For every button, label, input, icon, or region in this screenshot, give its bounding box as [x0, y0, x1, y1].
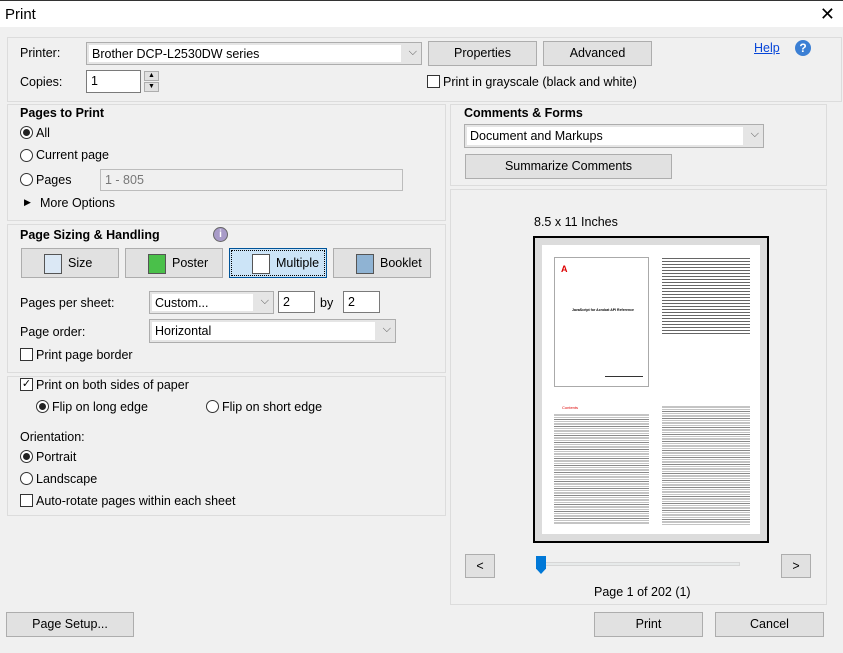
dialog-title: Print	[5, 6, 36, 23]
print-page-border-label: Print page border	[36, 348, 133, 362]
pages-per-sheet-label: Pages per sheet:	[20, 296, 115, 310]
expand-triangle-icon[interactable]: ▶	[24, 197, 31, 208]
advanced-button[interactable]: Advanced	[543, 41, 652, 66]
flip-short-edge-radio[interactable]	[206, 400, 219, 413]
poster-tab[interactable]: Poster	[125, 248, 223, 278]
multiple-label: Multiple	[276, 256, 320, 270]
printer-select[interactable]: Brother DCP-L2530DW series ⌵	[86, 42, 422, 65]
paper-size-label: 8.5 x 11 Inches	[534, 215, 618, 229]
chevron-down-icon: ⌵	[408, 46, 417, 58]
portrait-radio[interactable]	[20, 450, 33, 463]
orientation-label: Orientation:	[20, 430, 85, 444]
title-bar: Print ✕	[0, 0, 843, 27]
multiple-tab[interactable]: Multiple	[229, 248, 327, 278]
all-radio[interactable]	[20, 126, 33, 139]
pages-label: Pages	[36, 173, 72, 187]
all-label: All	[36, 126, 50, 140]
landscape-label: Landscape	[36, 472, 98, 486]
page-sizing-title: Page Sizing & Handling	[20, 228, 160, 242]
printer-label: Printer:	[20, 46, 61, 60]
next-page-button[interactable]: >	[781, 554, 811, 578]
cancel-button[interactable]: Cancel	[715, 612, 824, 637]
help-icon[interactable]: ?	[795, 40, 811, 56]
page-setup-button[interactable]: Page Setup...	[6, 612, 134, 637]
contents-page-2-thumbnail	[662, 405, 750, 525]
auto-rotate-checkbox[interactable]	[20, 494, 33, 507]
flip-long-edge-label: Flip on long edge	[52, 400, 148, 414]
booklet-icon	[356, 253, 374, 274]
preview-sheet: A JavaScript for Acrobat API Reference C…	[542, 245, 760, 534]
flip-long-edge-radio[interactable]	[36, 400, 49, 413]
chevron-down-icon: ⌵	[750, 128, 759, 140]
help-link[interactable]: Help	[754, 41, 780, 55]
size-icon	[44, 253, 62, 274]
toc-heading: Contents	[562, 405, 579, 410]
chevron-down-icon: ⌵	[382, 323, 391, 335]
cover-title: JavaScript for Acrobat API Reference	[572, 308, 634, 312]
booklet-label: Booklet	[380, 256, 422, 270]
copies-up-button[interactable]: ▲	[144, 71, 159, 81]
previous-page-button[interactable]: <	[465, 554, 495, 578]
size-tab[interactable]: Size	[21, 248, 119, 278]
current-page-label: Current page	[36, 148, 109, 162]
page-order-label: Page order:	[20, 325, 86, 339]
poster-icon	[148, 253, 166, 274]
flip-short-edge-label: Flip on short edge	[222, 400, 323, 414]
grayscale-label: Print in grayscale (black and white)	[443, 75, 637, 89]
comments-forms-select[interactable]: Document and Markups ⌵	[464, 124, 764, 148]
page-status: Page 1 of 202 (1)	[594, 585, 691, 599]
columns-input[interactable]: 2	[278, 291, 315, 313]
contents-page-thumbnail	[554, 413, 649, 525]
print-preview: A JavaScript for Acrobat API Reference C…	[533, 236, 769, 543]
pages-per-sheet-select[interactable]: Custom... ⌵	[149, 291, 274, 314]
comments-forms-value: Document and Markups	[467, 127, 743, 145]
copies-label: Copies:	[20, 75, 63, 89]
portrait-label: Portrait	[36, 450, 77, 464]
page-slider-track[interactable]	[540, 562, 740, 566]
chevron-down-icon: ⌵	[260, 295, 269, 307]
size-label: Size	[68, 256, 93, 270]
copies-input[interactable]: 1	[86, 70, 141, 93]
rows-input[interactable]: 2	[343, 291, 380, 313]
current-page-radio[interactable]	[20, 149, 33, 162]
close-icon[interactable]: ✕	[820, 4, 835, 25]
properties-button[interactable]: Properties	[428, 41, 537, 66]
both-sides-checkbox[interactable]: ✓	[20, 378, 33, 391]
cover-page-thumbnail: A JavaScript for Acrobat API Reference	[554, 257, 649, 387]
auto-rotate-label: Auto-rotate pages within each sheet	[36, 494, 236, 508]
both-sides-label: Print on both sides of paper	[36, 378, 189, 392]
page-order-value: Horizontal	[152, 322, 375, 340]
comments-forms-title: Comments & Forms	[464, 106, 583, 120]
pages-to-print-title: Pages to Print	[20, 106, 105, 120]
copies-down-button[interactable]: ▼	[144, 82, 159, 92]
printer-value: Brother DCP-L2530DW series	[89, 45, 401, 62]
print-page-border-checkbox[interactable]	[20, 348, 33, 361]
by-label: by	[320, 296, 334, 310]
landscape-radio[interactable]	[20, 472, 33, 485]
adobe-logo: A	[561, 264, 568, 274]
multiple-pages-icon	[252, 253, 270, 274]
text-page-thumbnail	[662, 257, 750, 335]
print-button[interactable]: Print	[594, 612, 703, 637]
pages-per-sheet-value: Custom...	[152, 294, 253, 311]
pages-range-input[interactable]: 1 - 805	[100, 169, 403, 191]
poster-label: Poster	[172, 256, 209, 270]
info-icon[interactable]: i	[213, 227, 228, 242]
page-order-select[interactable]: Horizontal ⌵	[149, 319, 396, 343]
more-options-toggle[interactable]: More Options	[40, 196, 115, 210]
summarize-comments-button[interactable]: Summarize Comments	[465, 154, 672, 179]
pages-radio[interactable]	[20, 173, 33, 186]
booklet-tab[interactable]: Booklet	[333, 248, 431, 278]
grayscale-checkbox[interactable]	[427, 75, 440, 88]
